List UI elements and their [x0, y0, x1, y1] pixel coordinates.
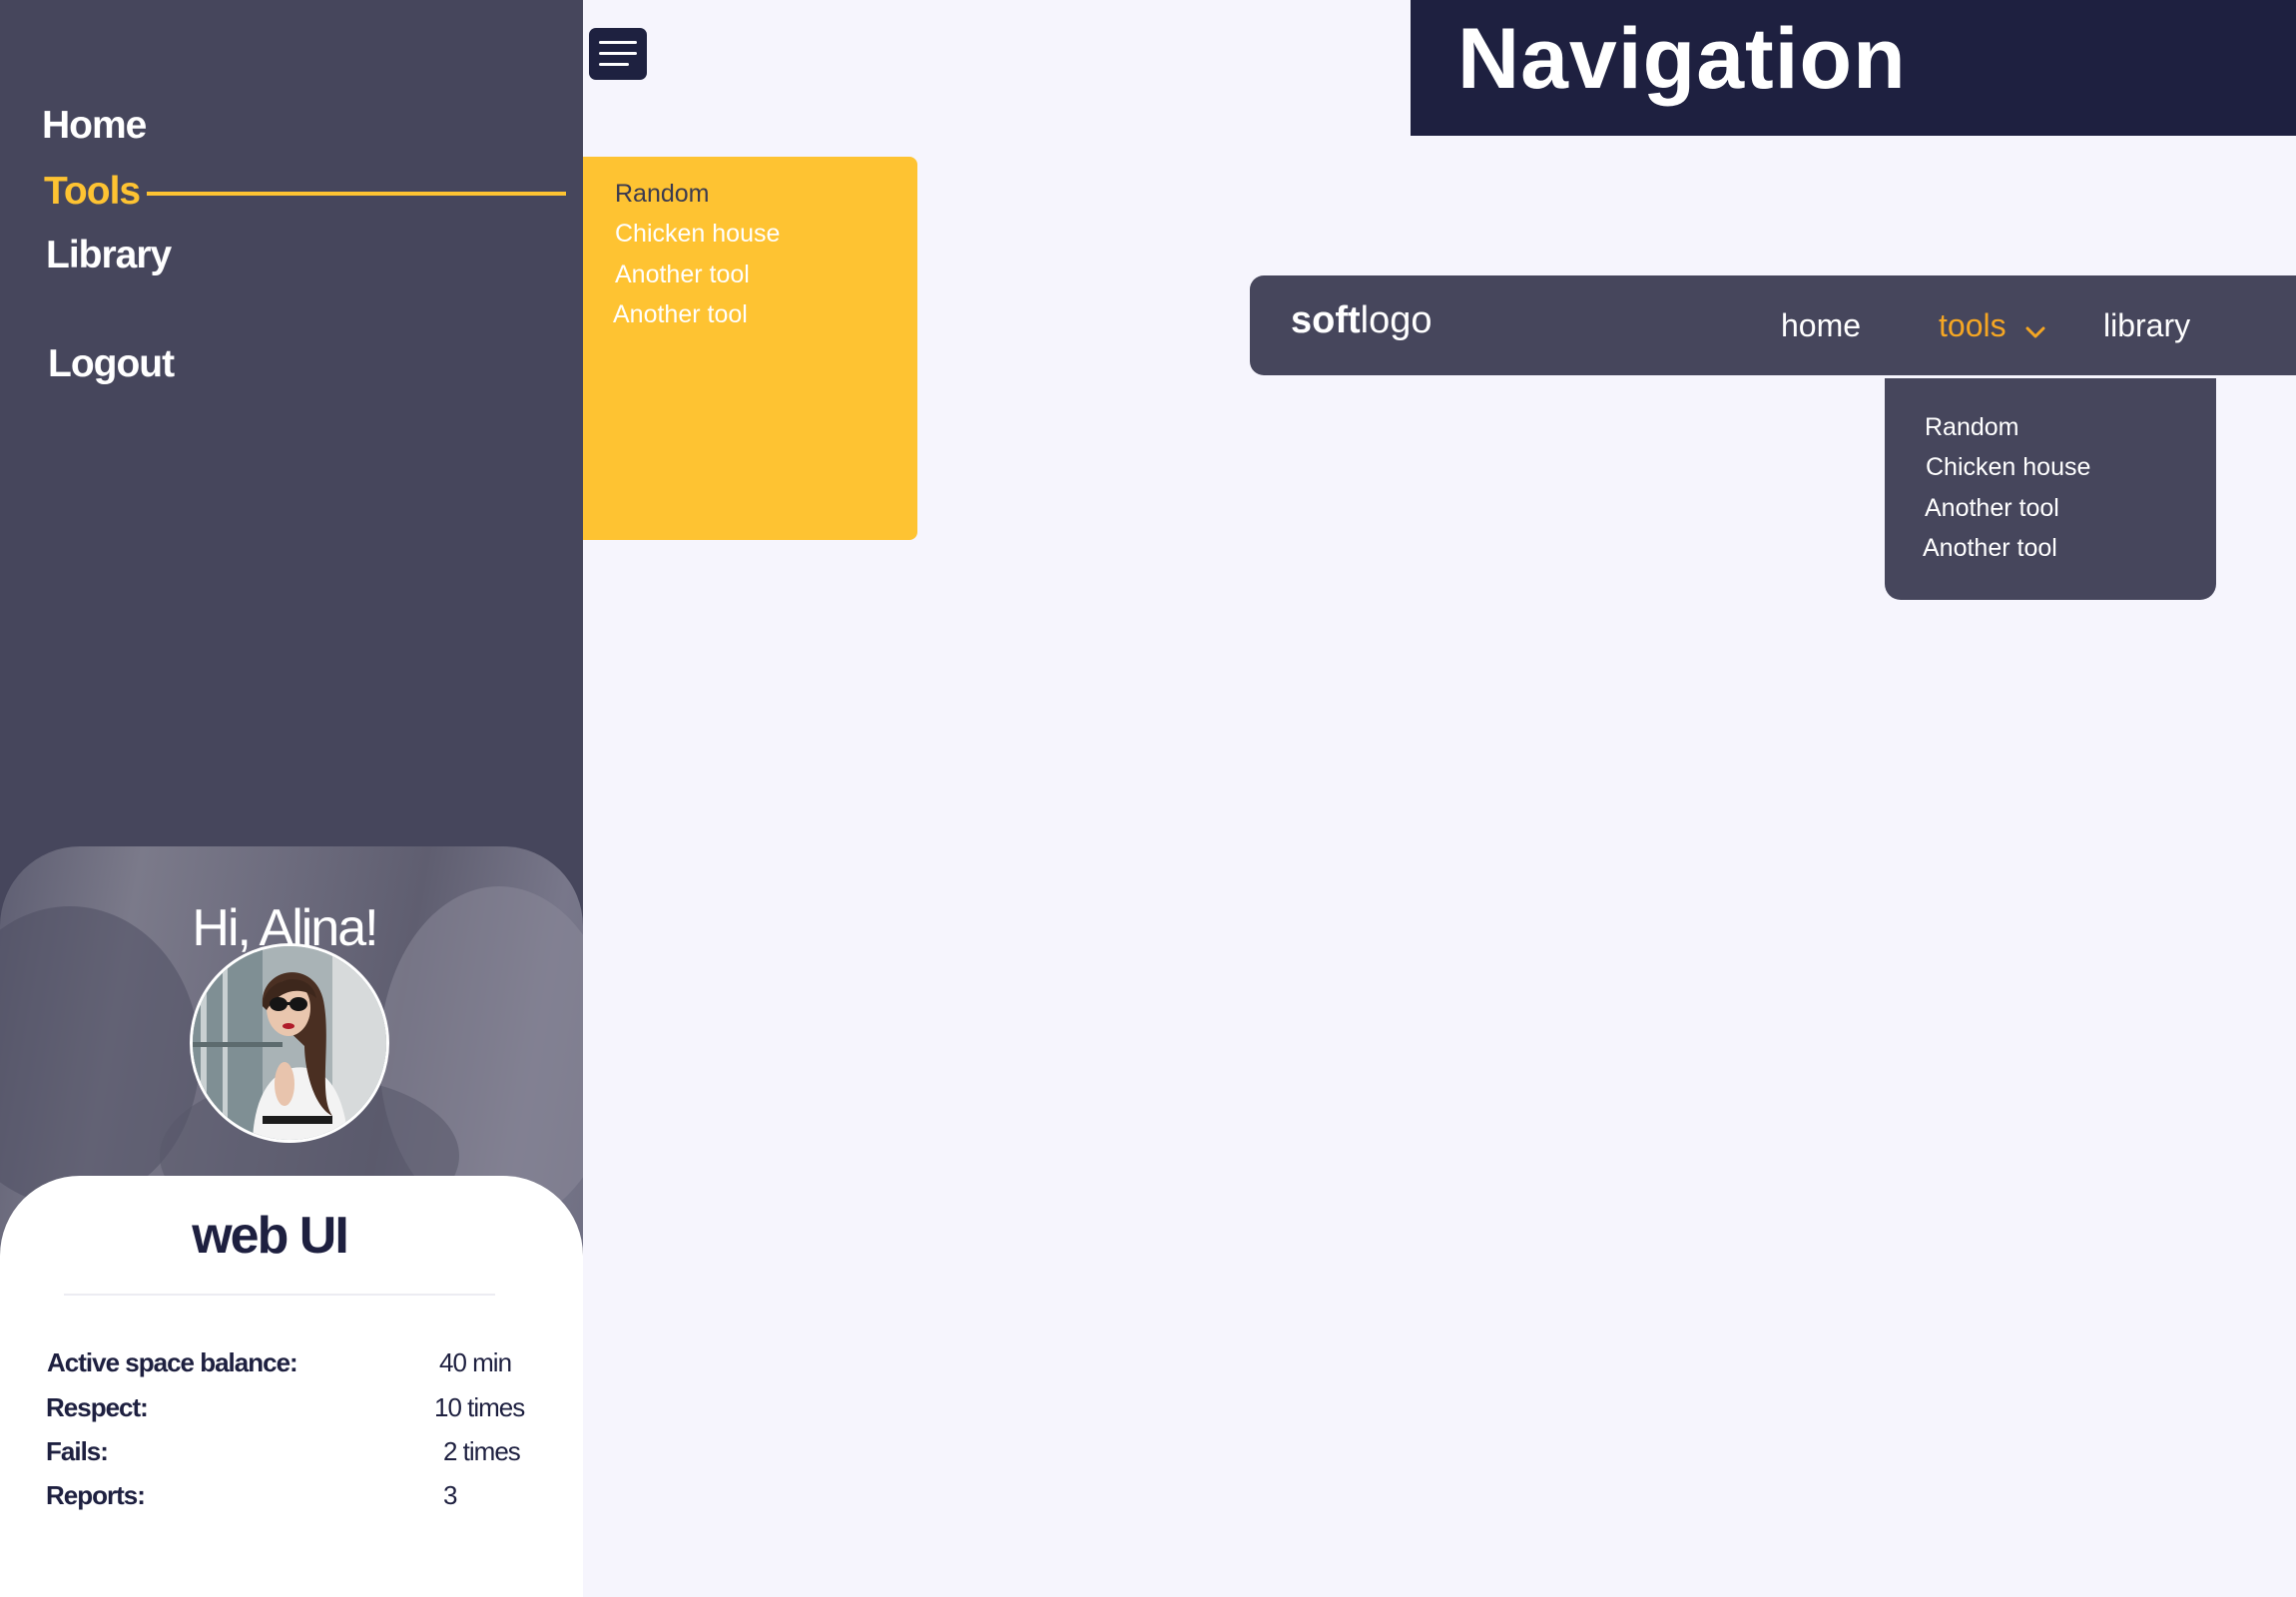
dropdown-item-chicken-house[interactable]: Chicken house	[1926, 453, 2090, 482]
logo-bold-text: soft	[1291, 299, 1361, 341]
chevron-down-icon[interactable]	[2024, 325, 2046, 339]
menu-toggle-button[interactable]	[589, 28, 647, 80]
sidebar-item-library[interactable]: Library	[46, 234, 172, 277]
hamburger-icon	[599, 63, 629, 66]
submenu-item-another-tool[interactable]: Another tool	[613, 300, 748, 329]
profile-card: web UI Active space balance: 40 min Resp…	[0, 1176, 583, 1597]
divider	[64, 1294, 495, 1296]
stat-value-active-space-balance: 40 min	[439, 1347, 512, 1377]
submenu-item-chicken-house[interactable]: Chicken house	[615, 220, 780, 249]
card-title: web UI	[192, 1207, 349, 1265]
tools-submenu: Random Chicken house Another tool Anothe…	[583, 157, 917, 540]
dropdown-item-another-tool[interactable]: Another tool	[1923, 534, 2057, 563]
nav-link-tools[interactable]: tools	[1939, 307, 2007, 344]
stat-label-active-space-balance: Active space balance:	[47, 1347, 298, 1377]
nav-link-home[interactable]: home	[1781, 307, 1861, 344]
avatar[interactable]	[190, 943, 389, 1143]
sidebar: Home Tools Library Logout Hi, Alina! web…	[0, 0, 583, 1597]
dropdown-item-random[interactable]: Random	[1925, 413, 2019, 442]
stat-label-reports: Reports:	[46, 1480, 146, 1510]
logo[interactable]: softlogo	[1291, 299, 1433, 342]
hamburger-icon	[599, 41, 637, 44]
stat-value-respect: 10 times	[434, 1392, 525, 1422]
sidebar-item-home[interactable]: Home	[42, 104, 147, 148]
hamburger-icon	[599, 52, 637, 55]
active-indicator-line	[147, 192, 566, 196]
sidebar-item-logout[interactable]: Logout	[48, 342, 175, 386]
logo-light-text: logo	[1360, 299, 1433, 341]
avatar-photo	[193, 946, 386, 1140]
submenu-item-another-tool[interactable]: Another tool	[615, 261, 750, 289]
dropdown-item-another-tool[interactable]: Another tool	[1925, 494, 2059, 523]
sidebar-item-tools[interactable]: Tools	[44, 170, 141, 214]
tools-dropdown: Random Chicken house Another tool Anothe…	[1885, 378, 2216, 600]
profile-panel: Hi, Alina! web UI Active space balance: …	[0, 846, 583, 1597]
page-title: Navigation	[1457, 11, 1907, 107]
submenu-item-random[interactable]: Random	[615, 180, 710, 209]
stat-label-respect: Respect:	[46, 1392, 149, 1422]
top-navbar: softlogo home tools library	[1250, 275, 2296, 375]
page-title-banner: Navigation	[1411, 0, 2296, 136]
stat-value-reports: 3	[443, 1480, 458, 1510]
stat-label-fails: Fails:	[46, 1436, 109, 1466]
nav-link-library[interactable]: library	[2103, 307, 2190, 344]
stat-value-fails: 2 times	[443, 1436, 521, 1466]
